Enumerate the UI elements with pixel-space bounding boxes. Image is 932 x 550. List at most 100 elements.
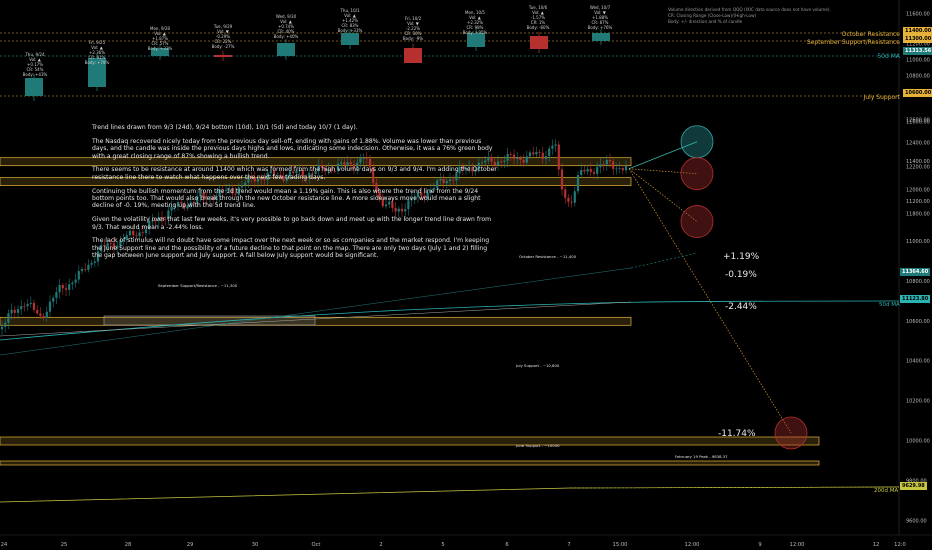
candle: [55, 292, 58, 298]
y-tick-label: 11000.00: [906, 239, 930, 245]
candle: [52, 297, 55, 302]
candle: [39, 313, 42, 316]
x-tick-label: 7: [567, 542, 570, 548]
x-tick-label: Oct: [312, 542, 321, 548]
candle: [29, 302, 32, 304]
candle: [544, 156, 548, 159]
top-candle: [341, 33, 359, 45]
candle-info-box: Thu, 10/1 Vol: ▲ +1.42% CR: 83% Body: +33%: [337, 8, 363, 33]
candle: [74, 279, 77, 283]
price-tag-ma200: 9629.98: [900, 482, 927, 490]
x-tick-label: 15:00: [613, 542, 628, 548]
candle-info-box: Tue, 10/6 Vol: ▲ -1.57% CR: 1% Body: -60%: [526, 5, 550, 30]
candle: [20, 306, 23, 310]
candle: [64, 288, 68, 290]
top-candle: [467, 33, 485, 47]
candle: [580, 169, 583, 175]
candle: [23, 306, 26, 307]
projection-circle: [774, 416, 808, 450]
candle: [503, 160, 506, 162]
candle: [42, 315, 45, 318]
top-candle: [592, 33, 610, 41]
projection-circle: [680, 205, 714, 238]
candle: [532, 152, 535, 155]
candle: [621, 167, 624, 171]
candle: [567, 197, 570, 202]
candle: [618, 167, 621, 169]
candle: [570, 201, 573, 203]
candle: [10, 309, 13, 314]
x-tick-label: 6: [505, 542, 508, 548]
july-zone-label: July Support - ~10,600: [516, 363, 560, 368]
candle: [592, 172, 596, 174]
x-tick-label: 5: [441, 542, 444, 548]
projection-up-label: +1.19%: [723, 252, 760, 262]
july-support-zone: [0, 316, 632, 326]
september-zone-label: September Support/Resistance - ~11,300: [158, 283, 238, 288]
candle: [605, 160, 608, 165]
y-tick-label: 10600.00: [906, 319, 930, 325]
candle: [615, 168, 618, 170]
ma200-line: [0, 486, 900, 503]
candle: [516, 157, 519, 160]
candle-info-box: Mon, 10/5 Vol: ▲ +2.32% CR: 98% Body: +95%: [462, 10, 488, 35]
candle: [560, 169, 564, 190]
y-tick-label: 11600.00: [906, 12, 930, 18]
candle: [608, 160, 612, 162]
x-tick-label: 12:00: [685, 542, 700, 548]
candle: [583, 169, 586, 172]
price-tag-oct-res: 11400.00: [903, 27, 932, 35]
candle: [77, 271, 80, 280]
candle: [32, 302, 36, 310]
candle: [512, 154, 516, 160]
y-tick-label: 9600.00: [906, 518, 927, 524]
candle: [528, 152, 532, 157]
september-support-label: September Support/Resistance: [806, 39, 900, 46]
candle: [535, 151, 538, 155]
candle: [548, 148, 551, 157]
candle: [509, 153, 512, 155]
x-tick-label: 24: [1, 542, 8, 548]
x-tick-label: 12:0: [894, 542, 906, 548]
projection-june-label: -11.74%: [718, 429, 756, 439]
y-tick-label: 12600.00: [906, 118, 930, 124]
july-support-top-label: July Support: [863, 94, 900, 101]
candle: [16, 309, 20, 313]
top-candle: [277, 43, 295, 56]
candle-info-box: Tue, 9/29 Vol: ▼ -0.29% CR: 22% Body: -27%: [211, 24, 235, 49]
y-tick-label: 12000.00: [906, 188, 930, 194]
x-tick-label: 2: [379, 542, 382, 548]
candle: [525, 156, 528, 163]
candle-info-box: Wed, 10/7 Vol: ▼ +1.88% CR: 87% Body: +76%: [587, 5, 613, 30]
y-tick-label: 11200.00: [906, 199, 930, 205]
candle: [84, 269, 87, 270]
projection-down-label: -2.44%: [725, 302, 757, 312]
candle: [596, 167, 599, 174]
october-resistance-label: October Resistance: [841, 31, 900, 38]
candle: [599, 164, 602, 168]
y-tick-label: 12200.00: [906, 165, 930, 171]
x-tick-label: 12:00: [790, 542, 805, 548]
candle: [519, 157, 522, 161]
candle: [58, 285, 61, 293]
x-tick-label: 9: [758, 542, 761, 548]
candle-info-box: Fri, 9/25 Vol: ▲ +2.36% CR: 91% Body: +78%: [84, 40, 110, 65]
price-tag-july: 10600.00: [903, 89, 932, 97]
top-candle: [404, 48, 422, 63]
candle: [551, 145, 554, 149]
y-tick-label: 11800.00: [906, 212, 930, 218]
february-peak-zone: [0, 460, 820, 466]
x-tick-label: 25: [61, 542, 68, 548]
candle: [612, 161, 615, 170]
y-tick-label: 11000.00: [906, 58, 930, 64]
legend-note: Volume direction derived from QQQ (IXIC …: [668, 7, 831, 25]
candle: [61, 285, 64, 289]
candle: [576, 174, 580, 192]
candle-info-box: Mon, 9/28 Vol: ▲ +1.87% CR: 57% Body: +33%: [147, 26, 173, 51]
trend-projection-ext: [630, 252, 698, 269]
y-tick-label: 10400.00: [906, 359, 930, 365]
candle: [48, 301, 52, 312]
candle: [564, 189, 567, 198]
y-tick-label: 12400.00: [906, 141, 930, 147]
top-candle: [25, 78, 43, 96]
